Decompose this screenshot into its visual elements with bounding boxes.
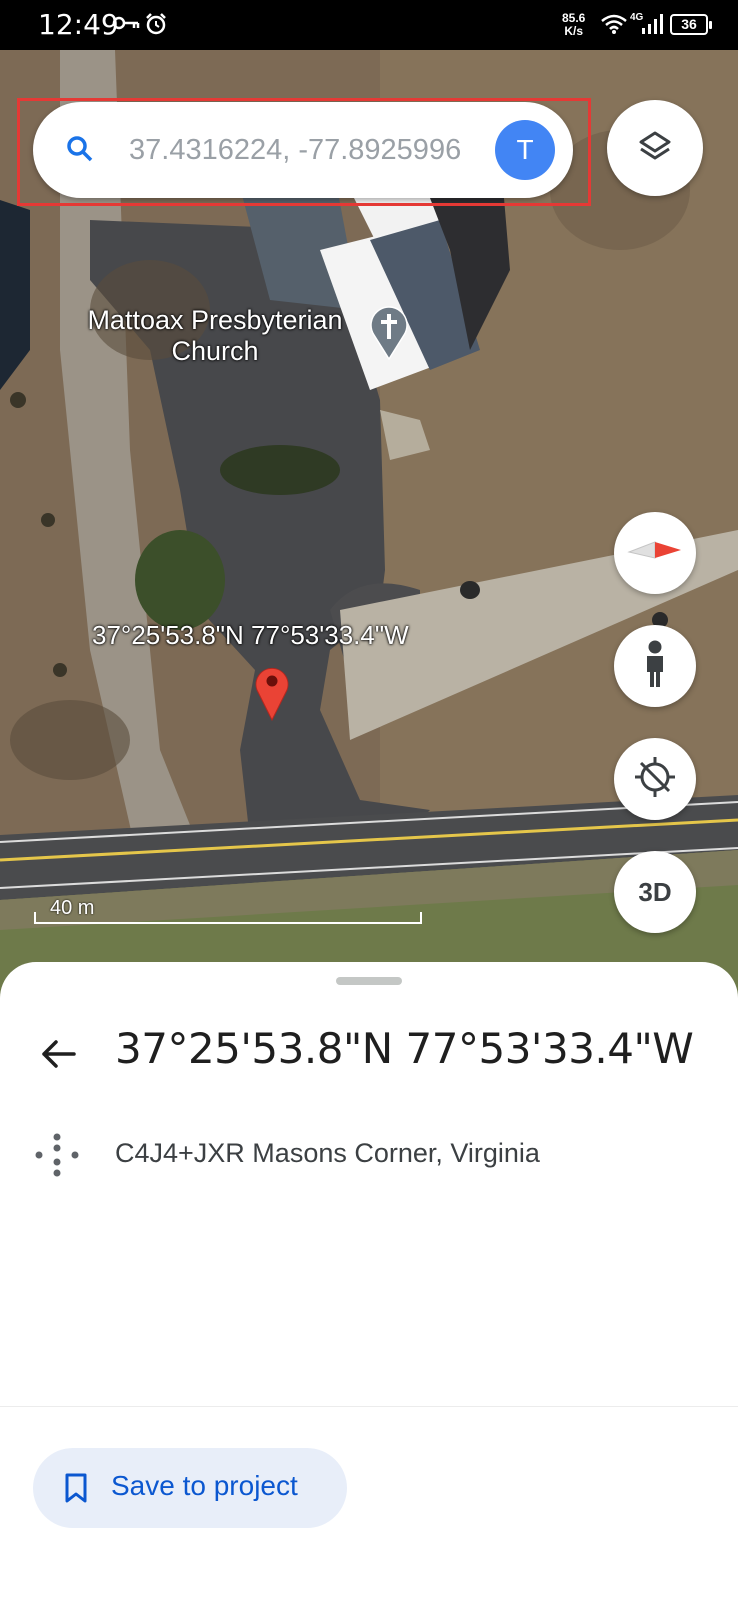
location-title: 37°25'53.8"N 77°53'33.4"W bbox=[115, 1024, 694, 1073]
compass-icon bbox=[627, 538, 683, 569]
red-pin-icon[interactable] bbox=[253, 662, 291, 727]
church-pin-icon[interactable] bbox=[368, 305, 410, 366]
layers-icon bbox=[638, 129, 672, 168]
plus-code-icon bbox=[34, 1132, 80, 1183]
place-label[interactable]: Mattoax Presbyterian Church bbox=[60, 305, 370, 367]
map-view[interactable]: T Mattoax Presbyterian Church 37°25'53.8… bbox=[0, 50, 738, 1000]
pegman-icon bbox=[640, 639, 670, 694]
status-bar: 12:49 85.6 K/s 4G 36 bbox=[0, 0, 738, 50]
bottom-sheet[interactable]: 37°25'53.8"N 77°53'33.4"W C4J4+JXR Mason… bbox=[0, 962, 738, 1600]
status-time: 12:49 bbox=[38, 8, 119, 41]
plus-code-text[interactable]: C4J4+JXR Masons Corner, Virginia bbox=[115, 1138, 540, 1169]
3d-button[interactable]: 3D bbox=[614, 851, 696, 933]
key-icon bbox=[112, 12, 140, 39]
my-location-button[interactable] bbox=[614, 738, 696, 820]
network-speed: 85.6 K/s bbox=[562, 11, 586, 38]
pin-coordinates-label: 37°25'53.8"N 77°53'33.4"W bbox=[92, 620, 409, 650]
compass-button[interactable] bbox=[614, 512, 696, 594]
drag-handle[interactable] bbox=[336, 977, 402, 985]
alarm-icon bbox=[144, 12, 168, 41]
divider bbox=[0, 1406, 738, 1407]
save-to-project-button[interactable]: Save to project bbox=[33, 1448, 347, 1528]
layers-button[interactable] bbox=[607, 100, 703, 196]
battery-icon: 36 bbox=[670, 14, 712, 35]
scale-bar bbox=[34, 912, 422, 924]
back-button[interactable] bbox=[30, 1028, 86, 1084]
bookmark-icon bbox=[63, 1472, 89, 1509]
save-label: Save to project bbox=[111, 1470, 298, 1501]
signal-icon bbox=[642, 14, 664, 39]
location-off-icon bbox=[633, 755, 677, 804]
street-view-button[interactable] bbox=[614, 625, 696, 707]
search-highlight bbox=[17, 98, 591, 206]
back-arrow-icon bbox=[40, 1039, 76, 1074]
wifi-icon bbox=[600, 13, 628, 40]
